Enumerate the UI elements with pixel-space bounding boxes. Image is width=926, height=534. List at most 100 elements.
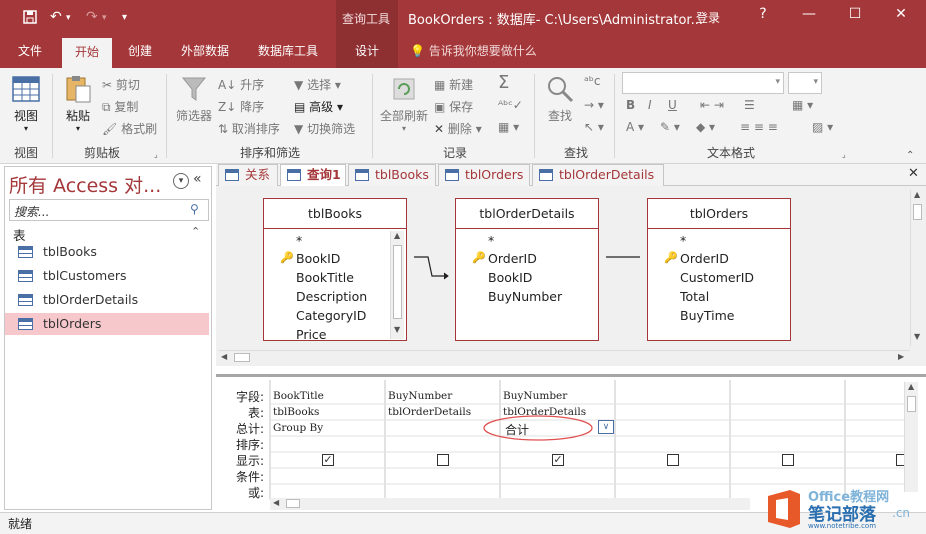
indent-icon[interactable]: ⇤ ⇥	[700, 98, 724, 112]
doc-tab-tblorderdetails[interactable]: tblOrderDetails	[532, 164, 664, 186]
list-icon[interactable]: ☰	[744, 98, 755, 112]
field-item[interactable]: BuyTime	[680, 308, 735, 323]
tab-external-data[interactable]: 外部数据	[170, 34, 240, 68]
nav-item-tblorders[interactable]: tblOrders	[5, 313, 209, 335]
doc-tab-tblorders[interactable]: tblOrders	[438, 164, 530, 186]
save-record-button[interactable]: ▣ 保存	[434, 98, 473, 115]
selection-button[interactable]: ▼ 选择 ▾	[294, 76, 341, 93]
cut-button[interactable]: ✂ 剪切	[102, 76, 140, 93]
paste-button[interactable]: 粘贴 ▾	[60, 74, 96, 133]
field-item[interactable]: *	[680, 233, 686, 248]
shutter-bar-icon[interactable]: «	[193, 171, 202, 187]
close-tab-icon[interactable]: ✕	[908, 166, 919, 181]
redo-icon[interactable]: ↷	[86, 9, 98, 25]
gridlines-icon[interactable]: ▦ ▾	[792, 98, 813, 112]
tell-me-box[interactable]: 💡 告诉我你想要做什么	[410, 34, 537, 68]
clipboard-launcher-icon[interactable]: ⌟	[154, 150, 158, 159]
field-list-title[interactable]: tblBooks	[264, 199, 406, 229]
nav-search-box[interactable]: 搜索... ⚲	[9, 199, 209, 221]
bold-icon[interactable]: B	[626, 98, 635, 112]
find-button[interactable]: 查找	[540, 74, 580, 124]
field-item[interactable]: OrderID	[680, 251, 729, 266]
grid-vscrollbar[interactable]: ▲	[904, 382, 918, 492]
alt-row-color-icon[interactable]: ▨ ▾	[812, 120, 833, 134]
design-hscrollbar[interactable]: ◀ ▶	[218, 350, 910, 364]
totals-icon[interactable]: Σ	[498, 72, 509, 93]
clear-sort-button[interactable]: ⇅ 取消排序	[218, 120, 280, 137]
grid-hscrollbar[interactable]: ◀	[270, 498, 750, 510]
italic-icon[interactable]: I	[648, 98, 652, 112]
field-list-tblorders[interactable]: tblOrders * 🔑 OrderID CustomerID Total B…	[647, 198, 791, 341]
show-checkbox-2[interactable]	[437, 454, 449, 466]
tab-database-tools[interactable]: 数据库工具	[248, 34, 328, 68]
grid-table-1[interactable]: tblBooks	[273, 406, 319, 418]
grid-field-1[interactable]: BookTitle	[273, 390, 324, 402]
field-item[interactable]: *	[488, 233, 494, 248]
field-item[interactable]: *	[296, 233, 302, 248]
field-list-tblbooks[interactable]: tblBooks * 🔑 BookID BookTitle Descriptio…	[263, 198, 407, 342]
field-item[interactable]: BuyNumber	[488, 289, 562, 304]
customize-qat-icon[interactable]: ▾	[122, 12, 127, 23]
field-item[interactable]: Description	[296, 289, 367, 304]
show-checkbox-5[interactable]	[782, 454, 794, 466]
align-icons[interactable]: ≡ ≡ ≡	[740, 120, 778, 134]
redo-dropdown-icon[interactable]: ▾	[102, 13, 107, 23]
fill-color-icon[interactable]: ◆ ▾	[696, 120, 715, 134]
maximize-button[interactable]: ☐	[840, 6, 870, 26]
login-link[interactable]: 登录	[696, 9, 720, 26]
field-item[interactable]: Price	[296, 327, 327, 342]
underline-icon[interactable]: U	[668, 98, 677, 112]
font-color-icon[interactable]: A ▾	[626, 120, 644, 134]
undo-dropdown-icon[interactable]: ▾	[66, 13, 71, 23]
goto-icon[interactable]: → ▾	[584, 98, 604, 112]
save-icon[interactable]	[22, 9, 38, 29]
refresh-all-button[interactable]: 全部刷新 ▾	[378, 74, 430, 133]
sort-asc-button[interactable]: A↓ 升序	[218, 76, 264, 93]
new-record-button[interactable]: ▦ 新建	[434, 76, 473, 93]
field-item[interactable]: Total	[680, 289, 709, 304]
delete-record-button[interactable]: ✕ 删除 ▾	[434, 120, 482, 137]
tab-home[interactable]: 开始	[62, 38, 112, 68]
nav-menu-chevron-icon[interactable]: ▾	[173, 173, 189, 189]
field-list-title[interactable]: tblOrderDetails	[456, 199, 598, 229]
nav-item-tblcustomers[interactable]: tblCustomers	[5, 265, 209, 287]
help-button[interactable]: ?	[748, 6, 778, 26]
field-item[interactable]: BookTitle	[296, 270, 354, 285]
sort-desc-button[interactable]: Z↓ 降序	[218, 98, 264, 115]
tab-design[interactable]: 设计	[336, 34, 398, 68]
grid-field-2[interactable]: BuyNumber	[388, 390, 452, 402]
font-name-select[interactable]: ▾	[622, 72, 784, 94]
doc-tab-query1[interactable]: 查询1	[280, 164, 346, 186]
format-painter-button[interactable]: 🖌 格式刷	[102, 120, 157, 137]
font-size-select[interactable]: ▾	[788, 72, 822, 94]
grid-total-1[interactable]: Group By	[273, 422, 323, 434]
highlight-icon[interactable]: ✎ ▾	[660, 120, 680, 134]
undo-icon[interactable]: ↶	[50, 9, 62, 25]
tab-create[interactable]: 创建	[118, 34, 162, 68]
field-item[interactable]: CategoryID	[296, 308, 366, 323]
replace-icon[interactable]: ᵃᵇc	[584, 74, 600, 88]
field-item[interactable]: CustomerID	[680, 270, 754, 285]
close-button[interactable]: ✕	[886, 6, 916, 26]
show-checkbox-1[interactable]: ✓	[322, 454, 334, 466]
doc-tab-tblbooks[interactable]: tblBooks	[348, 164, 436, 186]
spelling-icon[interactable]: ᴬᵇᶜ✓	[498, 98, 523, 112]
filter-button[interactable]: 筛选器	[172, 74, 216, 124]
nav-item-tblorderdetails[interactable]: tblOrderDetails	[5, 289, 209, 311]
field-list-title[interactable]: tblOrders	[648, 199, 790, 229]
more-records-icon[interactable]: ▦ ▾	[498, 120, 519, 134]
design-vscrollbar[interactable]: ▲ ▼	[910, 190, 924, 346]
nav-pane-title[interactable]: 所有 Access 对...	[9, 171, 161, 198]
tab-file[interactable]: 文件	[8, 34, 52, 68]
collapse-ribbon-icon[interactable]: ⌃	[906, 150, 914, 161]
minimize-button[interactable]: —	[794, 6, 824, 26]
grid-table-2[interactable]: tblOrderDetails	[388, 406, 471, 418]
grid-field-3[interactable]: BuyNumber	[503, 390, 567, 402]
nav-item-tblbooks[interactable]: tblBooks	[5, 241, 209, 263]
select-icon[interactable]: ↖ ▾	[584, 120, 604, 134]
advanced-button[interactable]: ▤ 高级 ▾	[294, 98, 343, 115]
show-checkbox-4[interactable]	[667, 454, 679, 466]
text-format-launcher-icon[interactable]: ⌟	[842, 150, 846, 159]
field-item[interactable]: BookID	[296, 251, 340, 266]
copy-button[interactable]: ⧉ 复制	[102, 98, 138, 115]
